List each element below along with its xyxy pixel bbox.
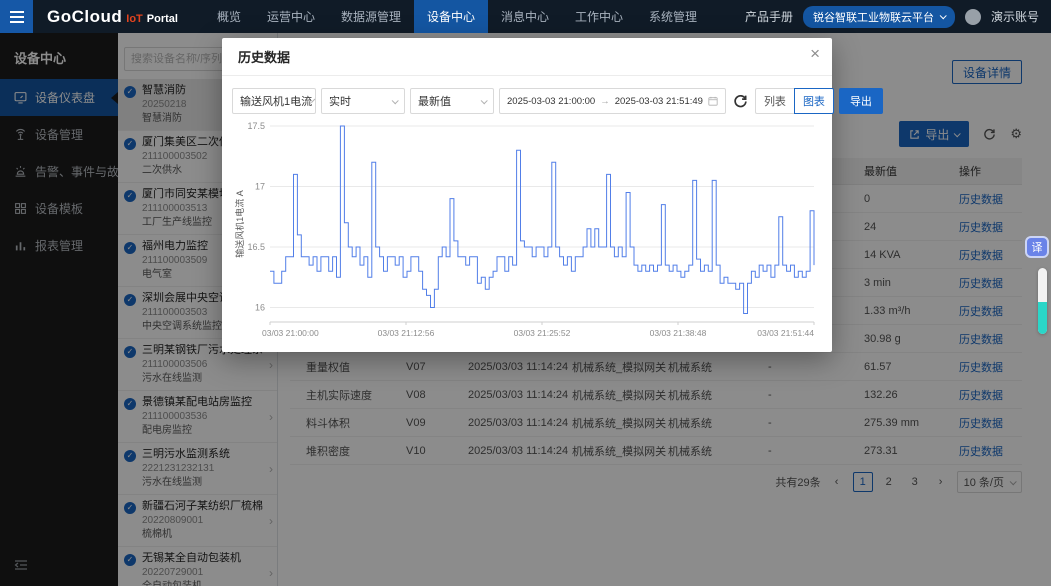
nav-tab-device-center[interactable]: 设备中心 [414,0,488,33]
nav-tab-overview[interactable]: 概览 [204,0,254,33]
svg-text:16.5: 16.5 [247,242,265,252]
translate-badge[interactable]: 译 [1025,236,1049,258]
svg-text:16: 16 [255,303,265,313]
chevron-down-icon [481,97,488,104]
hamburger-icon [10,16,24,18]
account-name: 演示账号 [991,8,1039,25]
end-datetime: 2025-03-03 21:51:49 [615,96,703,107]
history-chart-container: 17.5 17 16.5 16 03/03 21:00:00 03/03 21:12:56… [234,118,820,357]
modal-controls: 输送风机1电流 实时 最新值 2025-03-03 21:00:00 → 202… [232,88,822,114]
history-data-modal: 历史数据 × 输送风机1电流 实时 最新值 2025-03-03 21:00:0… [222,38,832,352]
nav-right: 产品手册 锐谷智联工业物联云平台 演示账号 [745,6,1051,28]
view-chart-button[interactable]: 图表 [794,88,834,114]
svg-text:03/03 21:51:44: 03/03 21:51:44 [757,328,814,338]
aggregate-select[interactable]: 最新值 [410,88,494,114]
logo-name: GoCloud [47,7,122,27]
product-manual-link[interactable]: 产品手册 [745,8,793,25]
nav-tab-work-center[interactable]: 工作中心 [562,0,636,33]
top-nav: GoCloud IoT Portal 概览运营中心数据源管理设备中心消息中心工作… [0,0,1051,33]
page-scrollbar[interactable] [1038,268,1047,334]
close-icon[interactable]: × [810,45,820,62]
view-toggle: 列表 图表 [755,88,834,114]
modal-export-button[interactable]: 导出 [839,88,883,114]
logo-iot: IoT [126,13,143,25]
view-list-button[interactable]: 列表 [755,88,794,114]
svg-text:03/03 21:38:48: 03/03 21:38:48 [650,328,707,338]
svg-text:03/03 21:25:52: 03/03 21:25:52 [514,328,571,338]
property-select[interactable]: 输送风机1电流 [232,88,316,114]
tenant-name: 锐谷智联工业物联云平台 [813,9,934,25]
refresh-icon [733,94,748,109]
svg-text:17: 17 [255,182,265,192]
nav-tab-operation-center[interactable]: 运营中心 [254,0,328,33]
svg-text:03/03 21:12:56: 03/03 21:12:56 [378,328,435,338]
chevron-down-icon [940,12,947,19]
nav-tab-message-center[interactable]: 消息中心 [488,0,562,33]
modal-refresh-button[interactable] [731,94,750,109]
menu-toggle-button[interactable] [0,0,33,33]
range-arrow: → [600,96,610,107]
modal-header: 历史数据 × [222,38,832,76]
svg-text:17.5: 17.5 [247,121,265,131]
nav-tab-system-mgmt[interactable]: 系统管理 [636,0,710,33]
date-range-picker[interactable]: 2025-03-03 21:00:00 → 2025-03-03 21:51:4… [499,88,726,114]
primary-nav: 概览运营中心数据源管理设备中心消息中心工作中心系统管理 [204,0,710,33]
svg-text:输送风机1电流 A: 输送风机1电流 A [234,190,245,258]
calendar-icon [708,96,718,106]
chevron-down-icon [392,97,399,104]
scrollbar-thumb[interactable] [1038,302,1047,334]
history-line-chart: 17.5 17 16.5 16 03/03 21:00:00 03/03 21:12:56… [234,118,820,352]
app-logo: GoCloud IoT Portal [47,7,178,27]
avatar[interactable] [965,9,981,25]
logo-portal: Portal [147,13,178,25]
tenant-selector[interactable]: 锐谷智联工业物联云平台 [803,6,955,28]
mode-select[interactable]: 实时 [321,88,405,114]
start-datetime: 2025-03-03 21:00:00 [507,96,595,107]
modal-title: 历史数据 [238,47,290,66]
nav-tab-datasource-mgmt[interactable]: 数据源管理 [328,0,414,33]
svg-text:03/03 21:00:00: 03/03 21:00:00 [262,328,319,338]
